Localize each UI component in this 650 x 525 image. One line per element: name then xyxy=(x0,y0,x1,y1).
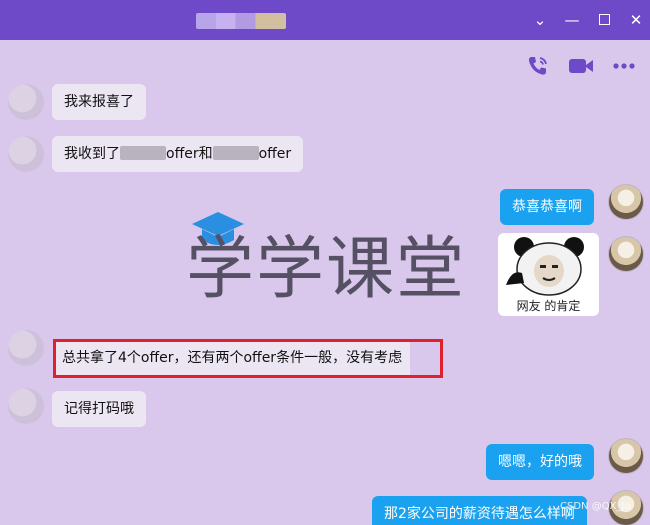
message-bubble: 嗯嗯，好的哦 xyxy=(486,444,594,480)
title-bar: ⌄ — ✕ xyxy=(0,0,650,40)
message-bubble: 我收到了 offer和 offer xyxy=(52,136,304,172)
avatar[interactable] xyxy=(8,330,44,366)
message-bubble: 那2家公司的薪资待遇怎么样啊 xyxy=(372,496,587,525)
message-text: offer和 xyxy=(166,146,213,162)
phone-icon[interactable] xyxy=(526,55,550,77)
avatar[interactable] xyxy=(8,84,44,120)
message-bubble: 我来报喜了 xyxy=(52,84,146,120)
more-icon[interactable] xyxy=(612,55,636,77)
source-watermark: CSDN @QX_Jo xyxy=(560,501,631,512)
avatar[interactable] xyxy=(8,136,44,172)
redacted-text xyxy=(120,146,166,160)
close-button[interactable]: ✕ xyxy=(626,10,646,30)
message-text: 我收到了 xyxy=(64,146,120,162)
video-icon[interactable] xyxy=(568,55,593,77)
message-text: offer xyxy=(258,146,292,162)
watermark-text: 学学课堂 xyxy=(186,230,467,309)
message-bubble: 恭喜恭喜啊 xyxy=(500,189,594,225)
avatar[interactable] xyxy=(608,184,644,220)
panda-meme-image xyxy=(506,237,584,296)
chat-window: ⌄ — ✕ 学学课堂 我来报喜了 我收到了 offer和 offer 恭喜恭喜啊… xyxy=(0,0,650,525)
maximize-icon xyxy=(598,14,610,25)
chevron-down-icon[interactable]: ⌄ xyxy=(530,10,550,30)
obscured-contact-name xyxy=(196,13,286,29)
sticker-caption: 网友 的肯定 xyxy=(516,299,581,313)
message-bubble: 记得打码哦 xyxy=(52,391,146,427)
avatar[interactable] xyxy=(608,438,644,474)
maximize-button[interactable] xyxy=(594,10,614,30)
minimize-button[interactable]: — xyxy=(562,10,582,30)
avatar[interactable] xyxy=(608,236,644,272)
redacted-text xyxy=(212,146,259,160)
avatar[interactable] xyxy=(8,388,44,424)
highlight-box xyxy=(53,339,443,378)
sticker-image[interactable]: 网友 的肯定 xyxy=(498,233,599,316)
watermark-logo: 学学课堂 xyxy=(186,210,486,310)
